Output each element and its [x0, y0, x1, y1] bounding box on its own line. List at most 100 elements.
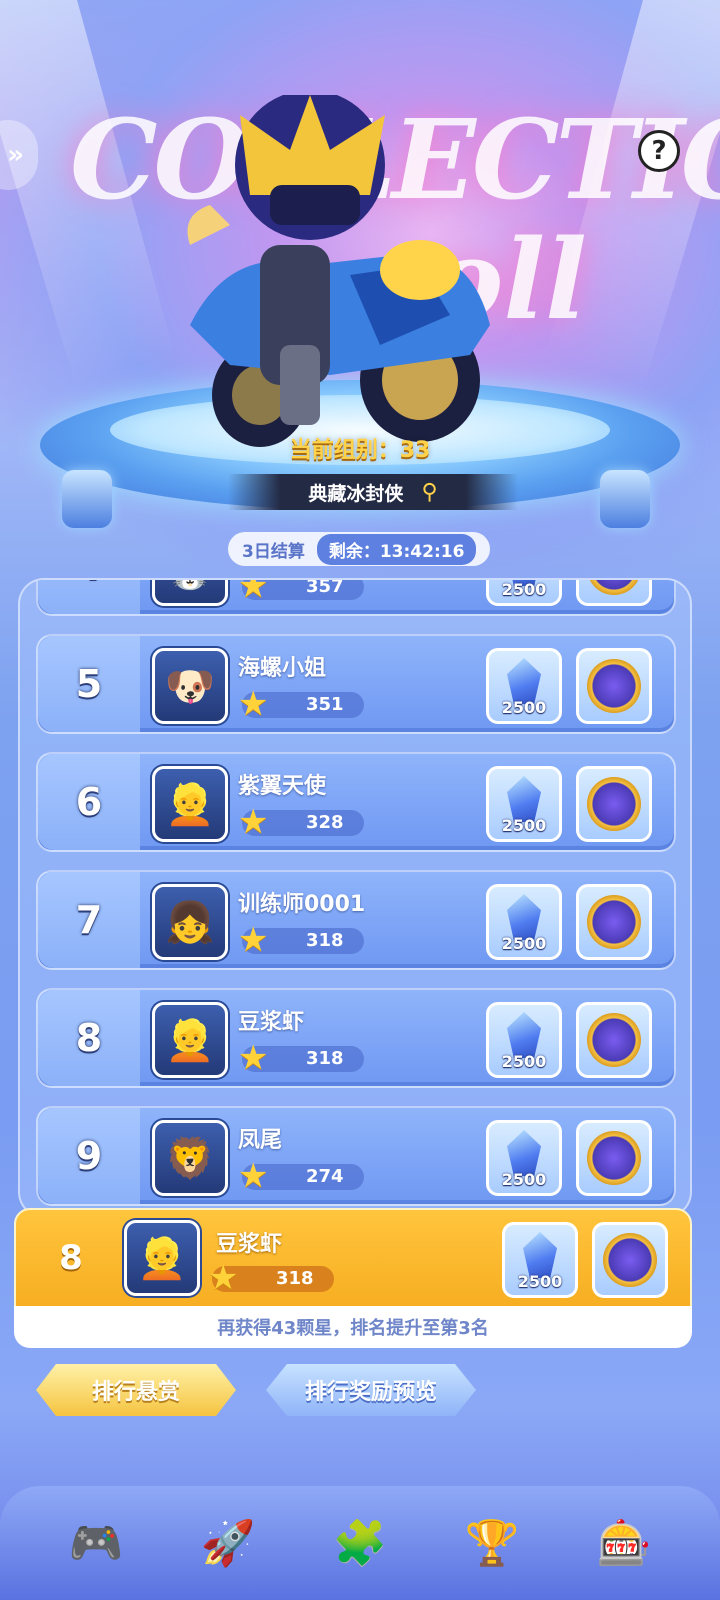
my-reward-crystal[interactable]: 2500 [502, 1222, 578, 1298]
reward-amount: 2500 [501, 1052, 547, 1071]
star-icon: ★ [208, 1258, 239, 1298]
reward-badge[interactable] [576, 766, 652, 842]
nav-launch-icon[interactable]: 🚀 [186, 1501, 270, 1585]
star-icon: ★ [238, 578, 269, 606]
reward-amount: 2500 [501, 1170, 547, 1189]
my-reward-badge[interactable] [592, 1222, 668, 1298]
star-count-pill: ★ 357 [238, 578, 364, 606]
ranking-row[interactable]: 7 👧 训练师0001 ★ 318 2500 [36, 870, 676, 970]
ranking-row[interactable]: 5 🐶 海螺小姐 ★ 351 2500 [36, 634, 676, 734]
nav-gacha-icon[interactable]: 🎰 [582, 1501, 666, 1585]
nav-puzzle-icon[interactable]: 🧩 [318, 1501, 402, 1585]
star-icon: ★ [238, 1038, 269, 1078]
my-star-count-pill: ★ 318 [208, 1258, 334, 1298]
star-count: 274 [306, 1166, 344, 1187]
rank-number: 7 [38, 872, 140, 968]
character-motorbike-illustration [187, 95, 490, 447]
player-name: 训练师0001 [238, 892, 366, 917]
remaining-time: 剩余：13:42:16 [316, 533, 477, 565]
ranking-row[interactable]: 8 👱 豆浆虾 ★ 318 2500 [36, 988, 676, 1088]
rank-number: 6 [38, 754, 140, 850]
nav-trophy-icon[interactable]: 🏆 [450, 1501, 534, 1585]
current-group-label: 当前组别：33 [289, 438, 431, 463]
bottom-nav: 🎮 🚀 🧩 🏆 🎰 [0, 1486, 720, 1600]
question-icon: ? [651, 136, 667, 166]
avatar[interactable]: 🐶 [152, 648, 228, 724]
medal-icon [587, 1131, 641, 1185]
star-count: 318 [306, 1048, 344, 1069]
avatar[interactable]: 👧 [152, 884, 228, 960]
stage-lamp-right [600, 470, 650, 528]
player-name: 凤尾 [238, 1128, 283, 1153]
star-count: 351 [306, 694, 344, 715]
settlement-countdown: 3日结算 剩余：13:42:16 [228, 532, 490, 566]
ranking-row[interactable]: 9 🦁 凤尾 ★ 274 2500 [36, 1106, 676, 1206]
reward-crystal[interactable]: 2500 [486, 1120, 562, 1196]
reward-crystal[interactable]: 2500 [486, 884, 562, 960]
item-title: 典藏冰封侠 [308, 482, 404, 505]
player-name: 豆浆虾 [238, 1010, 305, 1035]
hero-banner: COLLECTION oll » ? 当前组别：33 典藏冰封侠 ⚲ 3日结算 … [0, 0, 720, 580]
item-title-plate[interactable]: 典藏冰封侠 ⚲ [228, 474, 518, 510]
rank-number: 9 [38, 1108, 140, 1204]
rank-number: 5 [38, 636, 140, 732]
reward-crystal[interactable]: 2500 [486, 1002, 562, 1078]
rank-up-tip: 再获得43颗星，排名提升至第3名 [14, 1306, 692, 1348]
reward-crystal[interactable]: 2500 [486, 766, 562, 842]
reward-badge[interactable] [576, 648, 652, 724]
double-chevron-right-icon: » [7, 140, 24, 170]
star-count-pill: ★ 318 [238, 920, 364, 960]
medal-icon [587, 895, 641, 949]
rank-number: 8 [38, 990, 140, 1086]
ranking-row[interactable]: 4 🐰 ★ 357 2500 [36, 578, 676, 616]
ranking-row[interactable]: 6 👱 紫翼天使 ★ 328 2500 [36, 752, 676, 852]
avatar[interactable]: 🐰 [152, 580, 228, 606]
my-avatar[interactable]: 👱 [124, 1220, 200, 1296]
rank-bounty-button[interactable]: 排行悬赏 [36, 1364, 236, 1416]
reward-preview-button[interactable]: 排行奖励预览 [266, 1364, 476, 1416]
settle-cycle-label: 3日结算 [242, 541, 305, 562]
star-count: 328 [306, 812, 344, 833]
medal-icon [587, 659, 641, 713]
avatar[interactable]: 👱 [152, 766, 228, 842]
reward-amount: 2500 [501, 580, 547, 599]
star-icon: ★ [238, 802, 269, 842]
my-rank-bar[interactable]: 8 👱 豆浆虾 ★ 318 2500 [14, 1208, 692, 1308]
star-count: 357 [306, 578, 344, 597]
medal-icon [587, 580, 641, 595]
ranking-panel[interactable]: 4 🐰 ★ 357 2500 5 🐶 海螺小姐 ★ 351 [18, 578, 692, 1218]
star-count: 318 [306, 930, 344, 951]
medal-icon [603, 1233, 657, 1287]
help-button[interactable]: ? [638, 130, 680, 172]
star-icon: ★ [238, 920, 269, 960]
player-name: 紫翼天使 [238, 774, 327, 799]
reward-badge[interactable] [576, 1120, 652, 1196]
reward-amount: 2500 [501, 698, 547, 717]
search-icon[interactable]: ⚲ [421, 480, 437, 505]
medal-icon [587, 1013, 641, 1067]
star-count-pill: ★ 274 [238, 1156, 364, 1196]
player-name: 海螺小姐 [238, 656, 327, 681]
reward-amount: 2500 [501, 934, 547, 953]
nav-game-icon[interactable]: 🎮 [54, 1501, 138, 1585]
star-count-pill: ★ 351 [238, 684, 364, 724]
star-count-pill: ★ 318 [238, 1038, 364, 1078]
ranking-list: 4 🐰 ★ 357 2500 5 🐶 海螺小姐 ★ 351 [36, 578, 676, 1216]
star-count-pill: ★ 328 [238, 802, 364, 842]
reward-crystal[interactable]: 2500 [486, 580, 562, 606]
my-player-name: 豆浆虾 [216, 1232, 283, 1257]
star-icon: ★ [238, 1156, 269, 1196]
rank-number: 4 [38, 580, 140, 614]
star-icon: ★ [238, 684, 269, 724]
avatar[interactable]: 🦁 [152, 1120, 228, 1196]
my-rank-number: 8 [59, 1238, 83, 1278]
stage-lamp-left [62, 470, 112, 528]
my-reward-amount: 2500 [517, 1272, 563, 1291]
reward-amount: 2500 [501, 816, 547, 835]
reward-badge[interactable] [576, 884, 652, 960]
reward-badge[interactable] [576, 1002, 652, 1078]
avatar[interactable]: 👱 [152, 1002, 228, 1078]
medal-icon [587, 777, 641, 831]
reward-crystal[interactable]: 2500 [486, 648, 562, 724]
reward-badge[interactable] [576, 580, 652, 606]
